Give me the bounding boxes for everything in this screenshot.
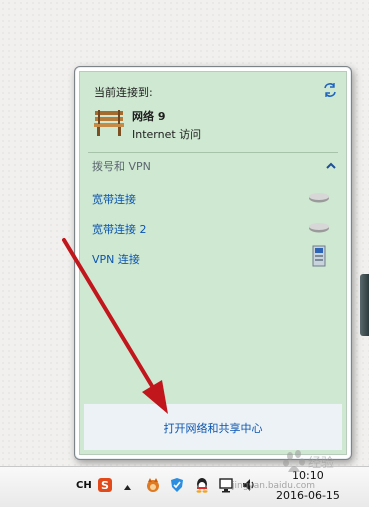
drive-icon	[309, 193, 329, 203]
chevron-up-icon[interactable]	[124, 485, 131, 490]
footer-bar[interactable]: 打开网络和共享中心	[84, 403, 342, 450]
connection-item[interactable]: 宽带连接	[90, 188, 330, 208]
network-name: 网络 9	[132, 110, 166, 123]
separator	[88, 152, 338, 153]
language-indicator[interactable]: CH	[76, 480, 92, 491]
sogou-icon[interactable]: S	[97, 477, 113, 493]
svg-text:S: S	[101, 479, 109, 492]
bench-network-icon	[94, 110, 124, 136]
connection-label: 宽带连接	[92, 193, 136, 206]
qq-icon[interactable]	[194, 477, 210, 493]
clock-date[interactable]: 2016-06-15	[276, 489, 340, 502]
side-handle[interactable]	[360, 274, 369, 336]
fox-icon[interactable]	[145, 477, 161, 493]
chevron-up-icon[interactable]	[326, 162, 336, 170]
svg-text:经验: 经验	[308, 455, 334, 471]
connection-label: 宽带连接 2	[92, 223, 147, 236]
section-title: 拨号和 VPN	[92, 160, 151, 173]
baidu-logo-watermark: 经验	[283, 450, 334, 472]
network-access: Internet 访问	[132, 128, 202, 141]
shield-icon[interactable]	[169, 477, 185, 493]
network-panel: 当前连接到: 网络 9 Internet 访问 拨号和 VPN 宽带连接 宽带连…	[79, 71, 347, 455]
connected-to-label: 当前连接到:	[94, 86, 153, 99]
vpn-icon	[312, 245, 326, 267]
connection-label: VPN 连接	[92, 253, 140, 266]
refresh-icon[interactable]	[322, 82, 338, 98]
connection-item[interactable]: 宽带连接 2	[90, 218, 330, 238]
open-network-center-link[interactable]: 打开网络和共享中心	[84, 420, 342, 436]
connection-item[interactable]: VPN 连接	[90, 245, 330, 268]
network-popup: 当前连接到: 网络 9 Internet 访问 拨号和 VPN 宽带连接 宽带连…	[74, 66, 352, 460]
drive-icon	[309, 223, 329, 233]
